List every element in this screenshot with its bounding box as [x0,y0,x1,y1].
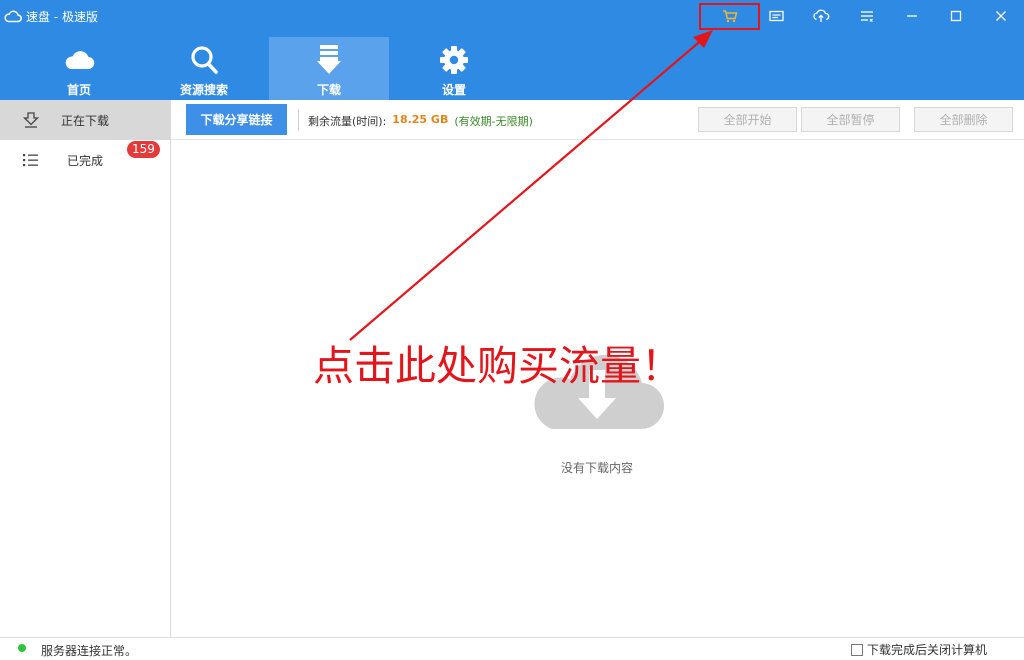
download-share-link-button[interactable]: 下载分享链接 [186,104,287,135]
menu-icon [860,10,874,22]
toolbar-divider [298,109,299,131]
completed-count-badge: 159 [127,141,160,158]
start-all-button[interactable]: 全部开始 [698,107,797,132]
shutdown-label: 下载完成后关闭计算机 [867,643,988,657]
maximize-button[interactable] [941,4,971,28]
menu-button[interactable] [852,4,882,28]
toolbar: 下载分享链接 剩余流量(时间): 18.25 GB (有效期-无限期) 全部开始… [171,100,1024,140]
upload-button[interactable] [806,4,836,28]
quota-info: 剩余流量(时间): 18.25 GB (有效期-无限期) [308,113,533,129]
tab-download-label: 下载 [316,83,341,97]
tab-home[interactable]: 首页 [19,37,139,100]
cloud-icon [63,43,95,77]
sidebar-item-completed[interactable]: 已完成 159 [0,140,170,180]
connection-status-dot [18,644,26,652]
gear-icon [439,43,469,77]
statusbar: 服务器连接正常。 下载完成后关闭计算机 [0,637,1024,660]
cloud-logo-icon [4,9,22,23]
list-icon [22,151,40,169]
delete-all-button[interactable]: 全部删除 [914,107,1013,132]
downloading-icon [22,111,40,129]
tab-settings[interactable]: 设置 [394,37,514,100]
sidebar: 正在下载 已完成 159 [0,100,171,637]
pause-all-button[interactable]: 全部暂停 [801,107,900,132]
shutdown-checkbox[interactable] [851,643,863,656]
empty-state-text: 没有下载内容 [561,461,634,475]
tab-download[interactable]: 下载 [269,37,389,100]
sidebar-item-downloading[interactable]: 正在下载 [0,100,170,140]
search-icon [190,43,218,77]
minimize-button[interactable] [897,4,927,28]
download-icon [317,43,341,77]
sidebar-item-label: 已完成 [67,154,104,168]
titlebar: 速盘 - 极速版 [0,0,1024,32]
minimize-icon [906,10,918,22]
quota-validity: (有效期-无限期) [454,115,533,128]
annotation-highlight-box [699,3,760,30]
connection-status-text: 服务器连接正常。 [41,644,138,658]
quota-label: 剩余流量(时间): [308,115,387,128]
app-title-text: 速盘 - 极速版 [26,9,98,24]
tab-settings-label: 设置 [441,83,466,97]
message-icon [768,10,784,23]
close-icon [995,10,1007,22]
shutdown-after-download-toggle[interactable]: 下载完成后关闭计算机 [851,641,987,658]
header: 速盘 - 极速版 首页 资源搜索 下载 设置 [0,0,1024,100]
app-title: 速盘 - 极速版 [4,7,98,25]
tab-search-label: 资源搜索 [179,83,228,97]
quota-value: 18.25 GB [392,113,449,126]
sidebar-item-label: 正在下载 [61,114,110,128]
tab-home-label: 首页 [66,83,91,97]
message-button[interactable] [761,4,791,28]
tab-search[interactable]: 资源搜索 [144,37,264,100]
annotation-text: 点击此处购买流量！ [313,342,682,390]
maximize-icon [950,10,962,22]
close-button[interactable] [986,4,1016,28]
cloud-upload-icon [812,9,830,23]
